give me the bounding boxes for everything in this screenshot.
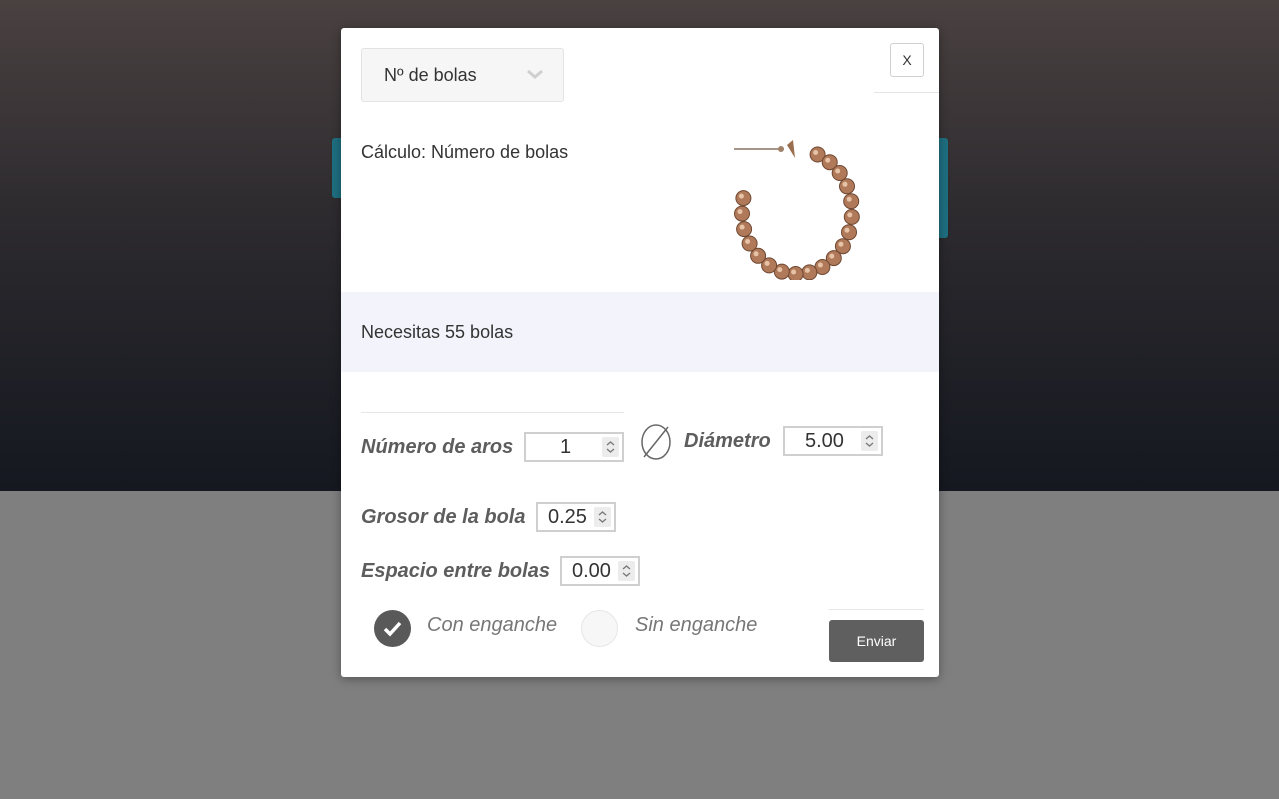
hoops-count-value: 1: [560, 436, 572, 458]
form-divider: [361, 412, 624, 413]
earring-bead: [841, 224, 857, 241]
earring-bead: [741, 235, 758, 252]
bead-thickness-input[interactable]: 0.25: [536, 502, 616, 532]
calculation-type-value: Nº de bolas: [384, 65, 477, 85]
bead-thickness-label: Grosor de la bola: [361, 506, 526, 528]
earring-bead-highlight: [745, 239, 751, 244]
earring-bead-highlight: [838, 241, 844, 247]
hoops-count-label: Número de aros: [361, 436, 514, 458]
without-clasp-label[interactable]: Sin enganche: [635, 614, 757, 637]
earring-bead: [736, 221, 753, 238]
diameter-label: Diámetro: [684, 430, 771, 452]
earring-bead-highlight: [737, 209, 743, 215]
hoops-count-input[interactable]: 1: [524, 432, 624, 462]
result-text: Necesitas 55 bolas: [361, 322, 514, 342]
without-clasp-radio[interactable]: [581, 610, 618, 647]
earring-bead-highlight: [753, 251, 759, 257]
earring-bead-highlight: [846, 196, 852, 202]
earring-bead-highlight: [825, 157, 831, 163]
diameter-input[interactable]: 5.00: [783, 426, 883, 456]
earring-bead-highlight: [844, 227, 850, 233]
check-icon: [383, 621, 402, 637]
diameter-icon: [641, 424, 671, 460]
button-divider: [829, 609, 924, 610]
earring-bead-highlight: [764, 260, 770, 266]
earring-bead-highlight: [817, 262, 823, 268]
earring-bead: [843, 193, 860, 210]
spin-arrows-icon[interactable]: [594, 507, 611, 527]
with-clasp-label[interactable]: Con enganche: [427, 614, 557, 637]
earring-bead-highlight: [804, 267, 810, 273]
earring-bead: [831, 165, 848, 181]
with-clasp-radio[interactable]: [374, 610, 411, 647]
earring-bead-highlight: [847, 212, 853, 218]
spin-arrows-icon[interactable]: [861, 431, 878, 451]
submit-button[interactable]: Enviar: [829, 620, 924, 662]
earring-bead: [734, 205, 750, 222]
earring-bead: [735, 190, 752, 207]
bead-spacing-label: Espacio entre bolas: [361, 560, 550, 582]
close-button[interactable]: X: [890, 43, 924, 77]
earring-bead-highlight: [791, 269, 797, 275]
earring-bead-highlight: [829, 253, 835, 259]
chevron-down-icon: [527, 69, 543, 79]
earring-bead: [843, 208, 860, 225]
bead-spacing-input[interactable]: 0.00: [560, 556, 640, 586]
header-divider: [874, 92, 939, 93]
calculation-type-select[interactable]: Nº de bolas: [361, 48, 564, 102]
earring-bead-highlight: [738, 193, 744, 199]
earring-bead-highlight: [842, 181, 848, 187]
spin-arrows-icon[interactable]: [618, 561, 635, 581]
earring-bead-highlight: [739, 224, 745, 230]
earring-bead-highlight: [813, 150, 819, 155]
bead-thickness-value: 0.25: [548, 506, 587, 528]
diameter-value: 5.00: [805, 430, 844, 452]
result-panel: Necesitas 55 bolas: [341, 292, 939, 372]
earring-bead: [801, 264, 818, 280]
earring-bead-highlight: [777, 267, 783, 273]
calculation-title: Cálculo: Número de bolas: [361, 142, 569, 162]
calculator-modal: Nº de bolas X Cálculo: Número de bolas N…: [341, 28, 939, 677]
hoop-earring-image: [734, 140, 860, 280]
earring-bead: [839, 178, 855, 195]
earring-bead-highlight: [835, 168, 841, 174]
bead-spacing-value: 0.00: [572, 560, 611, 582]
spin-arrows-icon[interactable]: [602, 437, 619, 457]
